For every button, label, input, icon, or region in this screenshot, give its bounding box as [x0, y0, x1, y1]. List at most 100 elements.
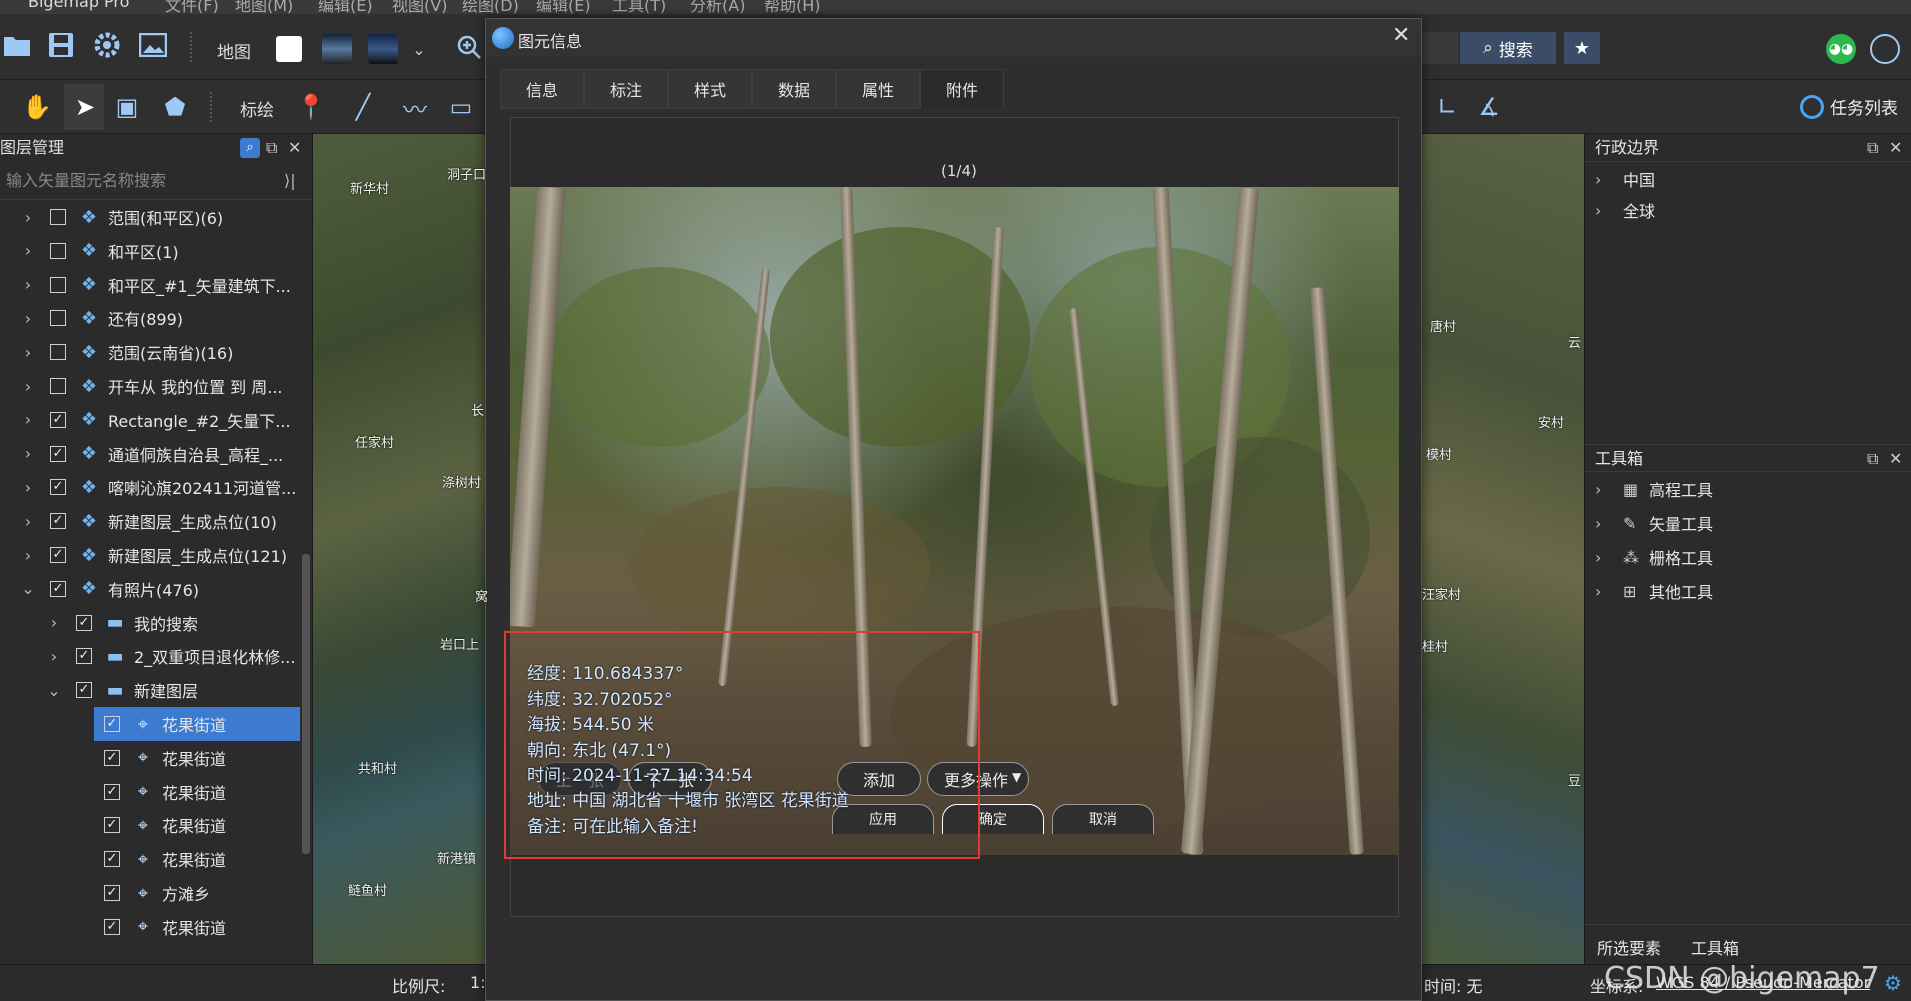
layer-checkbox[interactable]: ✓	[50, 513, 66, 530]
layer-checkbox[interactable]: ✓	[76, 614, 92, 631]
save-icon[interactable]	[44, 28, 78, 62]
layer-checkbox[interactable]: ✓	[50, 580, 66, 597]
cancel-button[interactable]: 取消	[1052, 804, 1154, 834]
chevron-right-icon[interactable]: ›	[18, 208, 38, 227]
chevron-right-icon[interactable]: ›	[18, 410, 38, 429]
search-icon[interactable]: ⌕	[240, 138, 260, 158]
tab-label[interactable]: 标注	[584, 69, 668, 109]
chevron-right-icon[interactable]: ›	[44, 613, 64, 632]
layer-checkbox[interactable]: ✓	[104, 885, 120, 901]
curve-icon[interactable]: 〰	[398, 90, 432, 124]
night-map-icon[interactable]	[322, 34, 352, 64]
layer-checkbox[interactable]: ✓	[50, 445, 66, 462]
layer-checkbox[interactable]: ✓	[50, 411, 66, 428]
layer-checkbox[interactable]: ✓	[50, 547, 66, 563]
layer-tree-row[interactable]: › ❖ 范围(云南省)(16)	[18, 335, 318, 369]
layer-tree-row[interactable]: › ✓ ❖ 喀喇沁旗202411河道管...	[18, 470, 318, 504]
close-icon[interactable]: ✕	[1392, 23, 1410, 48]
rectangle-icon[interactable]: ▭	[444, 90, 478, 124]
collapse-icon[interactable]: ⟩|	[284, 162, 296, 200]
tool-vector[interactable]: › ✎ 矢量工具	[1595, 508, 1713, 538]
map-view-left[interactable]	[313, 134, 485, 964]
tab-selected-features[interactable]: 所选要素	[1597, 935, 1661, 959]
pointer-tool[interactable]: ➤	[64, 84, 104, 130]
menu-edit[interactable]: 编辑(E)	[318, 0, 373, 14]
admin-item-global[interactable]: › 全球	[1595, 195, 1655, 225]
layer-checkbox[interactable]: ✓	[104, 716, 120, 732]
map-view-right[interactable]	[1422, 134, 1584, 964]
tab-toolbox[interactable]: 工具箱	[1691, 935, 1739, 959]
layer-tree-row[interactable]: › ✓ ▬ 2_双重项目退化林修...	[44, 639, 344, 673]
layer-checkbox[interactable]: ✓	[104, 851, 120, 868]
star-icon[interactable]: ★	[1564, 32, 1600, 64]
layer-checkbox[interactable]: ✓	[104, 749, 120, 766]
zoom-in-icon[interactable]	[452, 30, 486, 64]
layer-tree-row[interactable]: ⌄ ✓ ❖ 有照片(476)	[18, 572, 318, 606]
tool-other[interactable]: › ⊞ 其他工具	[1595, 576, 1713, 606]
layer-tree-row[interactable]: ✓ ⌖ 花果街道	[94, 842, 300, 876]
menu-draw[interactable]: 绘图(D)	[462, 0, 519, 14]
menu-file[interactable]: 文件(F)	[165, 0, 219, 14]
layer-checkbox[interactable]	[50, 242, 66, 259]
layer-tree-row[interactable]: › ✓ ❖ 通道侗族自治县_高程_...	[18, 437, 318, 471]
blank-map-icon[interactable]	[276, 36, 302, 62]
layer-tree-row[interactable]: ⌄ ✓ ▬ 新建图层	[44, 673, 344, 707]
layer-tree-row[interactable]: › ✓ ❖ Rectangle_#2_矢量下...	[18, 403, 318, 437]
admin-item-china[interactable]: › 中国	[1595, 164, 1655, 194]
layer-checkbox[interactable]: ✓	[76, 648, 92, 665]
map-label[interactable]: 地图	[217, 38, 251, 63]
layer-tree-row[interactable]: › ✓ ❖ 新建图层_生成点位(10)	[18, 504, 318, 538]
layer-checkbox[interactable]	[50, 276, 66, 293]
layer-tree-row[interactable]: › ❖ 和平区_#1_矢量建筑下...	[18, 268, 318, 302]
layer-tree-row[interactable]: ✓ ⌖ 花果街道	[94, 741, 300, 775]
chevron-right-icon[interactable]: ›	[18, 309, 38, 328]
layer-search-input[interactable]: 输入矢量图元名称搜索 ⟩|	[0, 162, 312, 200]
chevron-down-icon[interactable]: ⌄	[18, 579, 38, 598]
tool-elevation[interactable]: › ▦ 高程工具	[1595, 474, 1713, 504]
tab-style[interactable]: 样式	[668, 69, 752, 109]
chevron-right-icon[interactable]: ›	[18, 377, 38, 396]
layer-checkbox[interactable]: ✓	[76, 682, 92, 699]
layer-tree-row[interactable]: › ✓ ▬ 我的搜索	[44, 606, 344, 640]
tool-raster[interactable]: › ⁂ 栅格工具	[1595, 542, 1713, 572]
angle-icon[interactable]: ∟	[1430, 90, 1464, 124]
wechat-icon[interactable]: ◕◕	[1826, 34, 1856, 64]
layer-checkbox[interactable]: ✓	[50, 479, 66, 496]
layer-checkbox[interactable]	[50, 209, 66, 225]
layer-checkbox[interactable]: ✓	[104, 817, 120, 834]
chevron-right-icon[interactable]: ›	[18, 546, 38, 565]
layer-checkbox[interactable]	[50, 344, 66, 361]
dialog-titlebar[interactable]: 图元信息 ✕	[486, 19, 1421, 57]
chevron-right-icon[interactable]: ›	[18, 241, 38, 260]
task-list-button[interactable]: 任务列表	[1800, 94, 1898, 119]
chevron-right-icon[interactable]: ›	[18, 444, 38, 463]
layer-checkbox[interactable]	[50, 310, 66, 327]
layer-tree-row[interactable]: › ❖ 和平区(1)	[18, 234, 318, 268]
tab-info[interactable]: 信息	[500, 69, 584, 109]
layer-tree-row[interactable]: › ✓ ❖ 新建图层_生成点位(121)	[18, 538, 318, 572]
close-icon[interactable]: ✕	[1889, 445, 1902, 473]
layer-tree-row[interactable]: ✓ ⌖ 花果街道	[94, 775, 300, 809]
polygon-select-icon[interactable]: ⬟	[158, 90, 192, 124]
layer-tree-row[interactable]: › ❖ 范围(和平区)(6)	[18, 200, 318, 234]
menu-tools[interactable]: 工具(T)	[612, 0, 666, 14]
layer-tree-row[interactable]: ✓ ⌖ 花果街道	[94, 707, 300, 741]
layer-checkbox[interactable]	[50, 378, 66, 394]
layer-tree-row[interactable]: ✓ ⌖ 花果街道	[94, 910, 300, 944]
tab-attributes[interactable]: 属性	[836, 69, 920, 109]
image-icon[interactable]	[136, 28, 170, 62]
close-icon[interactable]: ✕	[1889, 134, 1902, 162]
layer-tree-row[interactable]: › ❖ 开车从 我的位置 到 周...	[18, 369, 318, 403]
line-icon[interactable]: ╱	[346, 90, 380, 124]
satellite-map-icon[interactable]	[368, 34, 398, 64]
layer-tree-row[interactable]: ✓ ⌖ 方滩乡	[94, 876, 300, 910]
chevron-right-icon[interactable]: ›	[18, 478, 38, 497]
image-select-icon[interactable]: ▣	[110, 90, 144, 124]
layer-tree-row[interactable]: › ❖ 还有(899)	[18, 301, 318, 335]
tab-data[interactable]: 数据	[752, 69, 836, 109]
close-icon[interactable]: ✕	[288, 134, 301, 162]
chevron-right-icon[interactable]: ›	[44, 647, 64, 666]
float-icon[interactable]: ⧉	[1867, 134, 1878, 162]
mark-label[interactable]: 标绘	[240, 96, 274, 121]
chevron-right-icon[interactable]: ›	[18, 512, 38, 531]
